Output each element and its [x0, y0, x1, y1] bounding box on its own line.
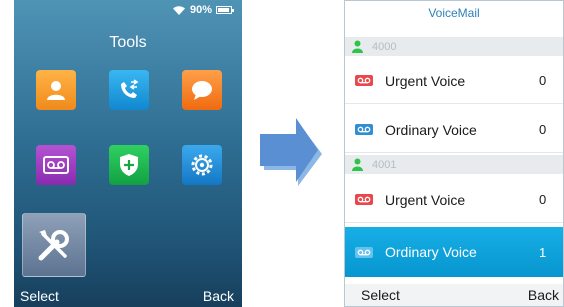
- account-header-4001: 4001: [345, 155, 563, 174]
- ordinary-voicemail-icon: [355, 246, 373, 258]
- settings-app-tile[interactable]: [182, 145, 222, 185]
- wrench-screwdriver-icon: [38, 230, 69, 261]
- screen-title: VoiceMail: [428, 6, 480, 20]
- messages-app-tile[interactable]: [182, 70, 222, 110]
- gear-icon: [191, 154, 213, 176]
- account-header-4000: 4000: [345, 37, 563, 56]
- back-softkey[interactable]: Back: [528, 287, 559, 303]
- battery-icon: [216, 6, 234, 14]
- contacts-app-tile[interactable]: [36, 70, 76, 110]
- ordinary-voicemail-icon: [355, 124, 373, 135]
- select-softkey[interactable]: Select: [20, 288, 59, 304]
- contact-person-icon: [352, 158, 363, 171]
- voicemail-label: Ordinary Voice: [385, 244, 477, 260]
- battery-percent: 90%: [189, 4, 212, 16]
- message-count: 0: [539, 122, 547, 137]
- back-softkey[interactable]: Back: [203, 288, 234, 304]
- status-bar: 90%: [172, 2, 234, 18]
- screen-title: Tools: [109, 34, 147, 51]
- security-app-tile[interactable]: [109, 145, 149, 185]
- voicemail-screen: VoiceMail 4000 Urgent Voice 0 Ordinary V…: [344, 0, 564, 307]
- contact-person-icon: [352, 40, 363, 53]
- chat-bubble-icon: [192, 81, 212, 100]
- right-arrow-icon: [260, 118, 322, 186]
- voicemail-app-tile[interactable]: [36, 145, 76, 185]
- tools-menu-screen: 90% Tools Select Back: [14, 0, 242, 307]
- message-count: 0: [539, 73, 547, 88]
- call-history-app-tile[interactable]: [109, 70, 149, 110]
- tools-app-tile[interactable]: [22, 213, 86, 277]
- voicemail-label: Ordinary Voice: [385, 121, 477, 138]
- message-count: 0: [539, 192, 547, 207]
- voicemail-row-urgent-4001[interactable]: Urgent Voice 0: [345, 177, 563, 223]
- shield-plus-icon: [120, 154, 138, 176]
- account-number: 4000: [372, 40, 397, 53]
- select-softkey[interactable]: Select: [361, 287, 400, 303]
- voicemail-label: Urgent Voice: [385, 72, 466, 89]
- voicemail-icon: [43, 156, 69, 174]
- contact-person-icon: [47, 81, 65, 100]
- phone-arrows-icon: [121, 79, 139, 98]
- urgent-voicemail-icon: [355, 194, 373, 205]
- voicemail-row-ordinary-4001-selected[interactable]: Ordinary Voice 1: [345, 227, 563, 277]
- urgent-voicemail-icon: [355, 75, 373, 86]
- wifi-icon: [172, 5, 185, 15]
- voicemail-row-urgent-4000[interactable]: Urgent Voice 0: [345, 58, 563, 104]
- message-count: 1: [539, 244, 547, 260]
- account-number: 4001: [372, 158, 397, 171]
- voicemail-row-ordinary-4000[interactable]: Ordinary Voice 0: [345, 107, 563, 153]
- voicemail-label: Urgent Voice: [385, 191, 466, 208]
